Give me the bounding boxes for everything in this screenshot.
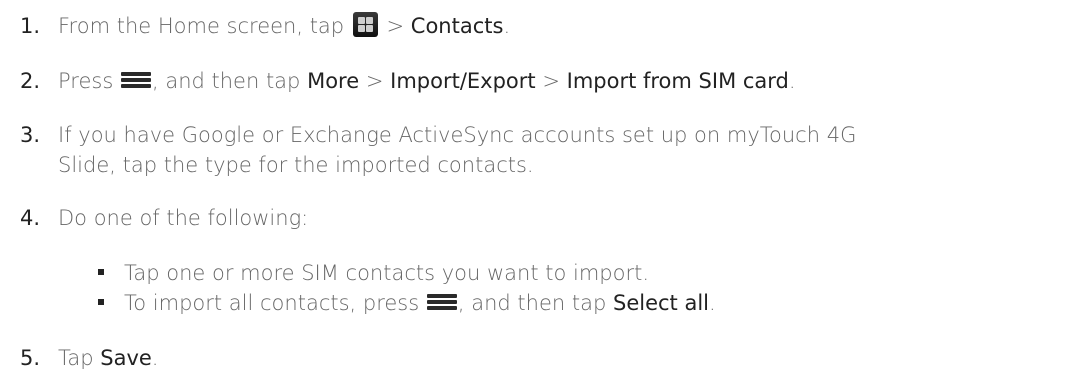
step-2: 2. Press , and then tap More > Import/Exp… [20, 67, 1068, 96]
period: . [503, 14, 511, 38]
step-1: 1. From the Home screen, tap > Contacts. [20, 11, 1068, 41]
step-text: If you have Google or Exchange ActiveSyn… [58, 123, 857, 147]
separator: > [365, 69, 384, 93]
step-text: Press [58, 69, 114, 93]
more-label: More [307, 69, 360, 93]
select-all-label: Select all [613, 291, 709, 315]
bullet-text: Tap one or more SIM contacts you want to… [124, 261, 650, 285]
bullet-item: Tap one or more SIM contacts you want to… [98, 259, 649, 288]
step-number: 5. [20, 346, 41, 370]
step-4: 4. Do one of the following: [20, 204, 1068, 233]
separator: > [542, 69, 560, 93]
step-3: 3. If you have Google or Exchange ActiveS… [20, 121, 1068, 150]
step-number: 3. [20, 123, 41, 147]
period: . [151, 346, 159, 370]
menu-icon [120, 70, 151, 88]
bullet-text: To import all contacts, press [124, 291, 420, 315]
bullet-text: , and then tap [457, 291, 607, 315]
bullet-icon [98, 299, 104, 305]
step-5: 5. Tap Save. [20, 344, 1068, 373]
step-number: 2. [20, 69, 41, 93]
import-export-label: Import/Export [390, 69, 536, 93]
step-3-continuation: Slide, tap the type for the imported con… [58, 153, 534, 177]
import-from-sim-label: Import from SIM card [566, 69, 789, 93]
step-text: Do one of the following: [58, 206, 309, 230]
menu-icon [426, 292, 457, 310]
step-text: , and then tap [151, 69, 301, 93]
bullet-icon [98, 269, 104, 275]
step-text: Tap [58, 346, 94, 370]
save-label: Save [100, 346, 152, 370]
step-number: 4. [20, 206, 41, 230]
contacts-label: Contacts [410, 14, 504, 38]
step-text: From the Home screen, tap [58, 14, 345, 38]
separator: > [386, 14, 405, 38]
bullet-item: To import all contacts, press , and then… [98, 289, 716, 318]
step-number: 1. [20, 14, 41, 38]
apps-grid-icon [352, 11, 378, 37]
period: . [788, 69, 796, 93]
period: . [709, 291, 716, 315]
